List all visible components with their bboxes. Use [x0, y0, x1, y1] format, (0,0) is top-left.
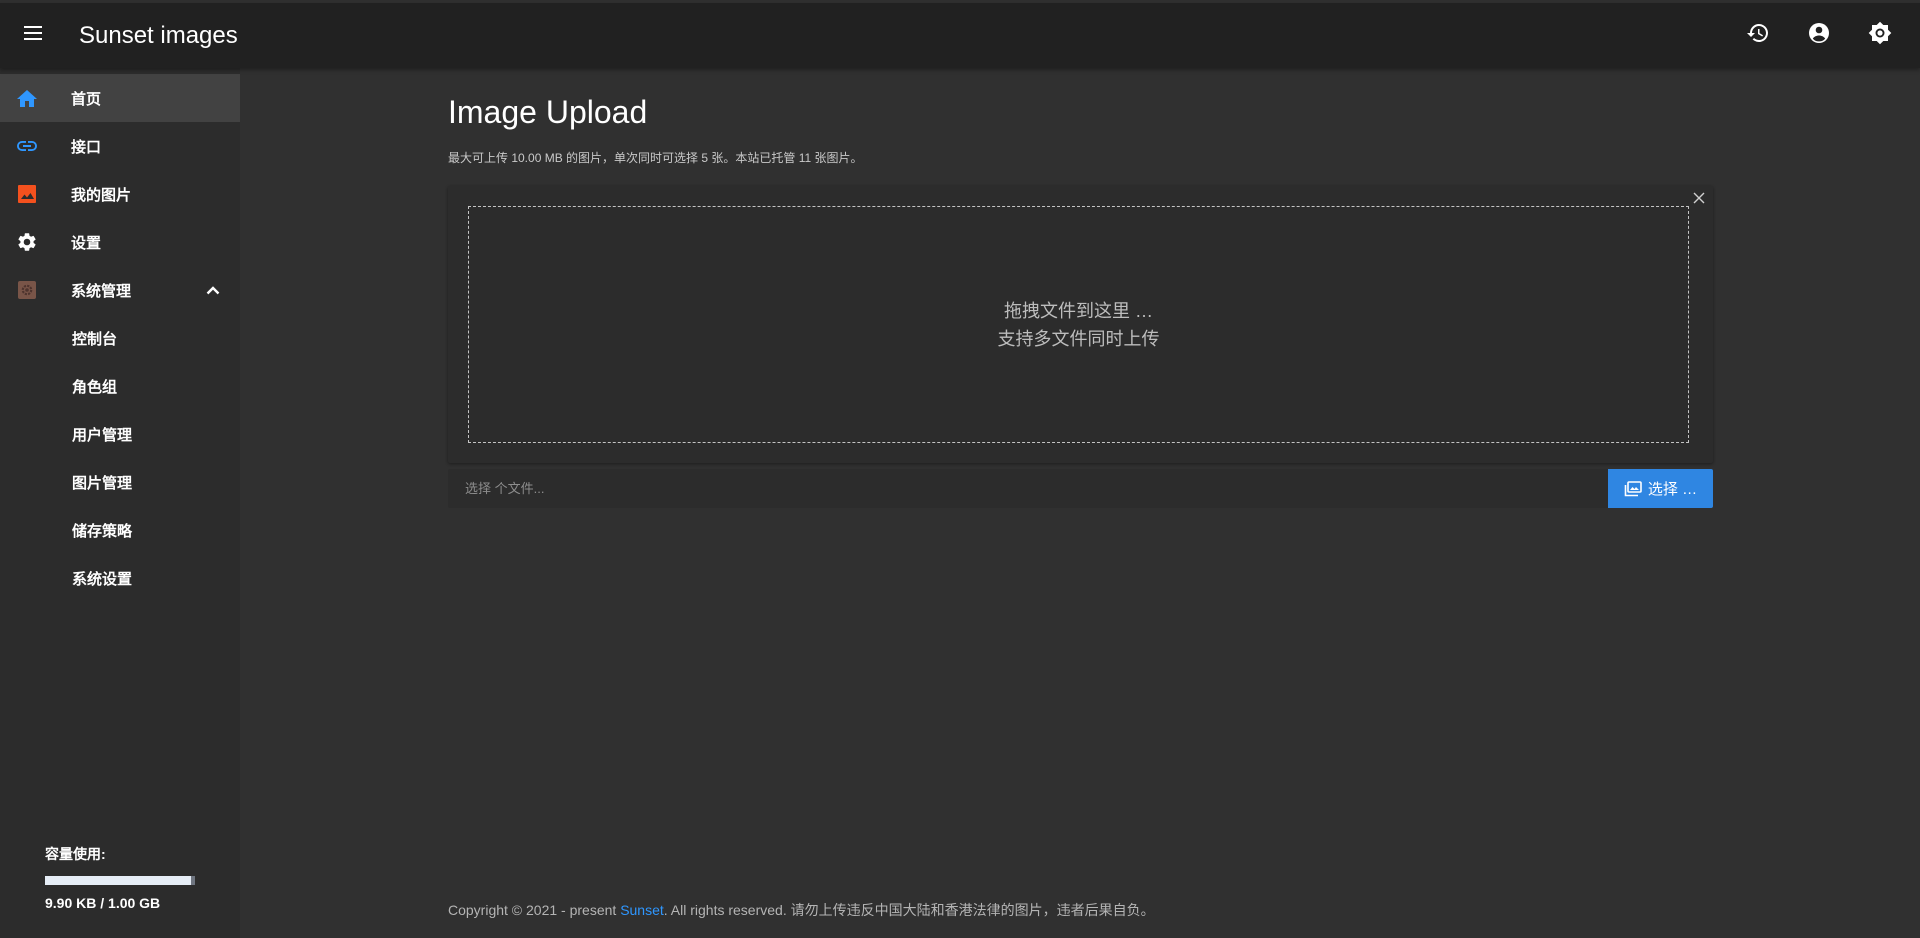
- app-title: Sunset images: [79, 21, 238, 49]
- history-button[interactable]: [1730, 8, 1786, 64]
- sidebar-item-my-images[interactable]: 我的图片: [0, 170, 240, 218]
- close-icon[interactable]: [1691, 190, 1707, 206]
- account-circle-icon: [1807, 21, 1831, 50]
- footer-notice: . All rights reserved. 请勿上传违反中国大陆和香港法律的图…: [663, 902, 1155, 918]
- storage-progress-bar: [45, 876, 195, 885]
- upload-card: 拖拽文件到这里 … 支持多文件同时上传: [448, 186, 1713, 463]
- chevron-up-icon[interactable]: [206, 285, 220, 295]
- menu-button[interactable]: [0, 3, 65, 68]
- storage-progress-fill: [45, 876, 191, 885]
- image-icon: [14, 181, 40, 207]
- file-drop-zone[interactable]: 拖拽文件到这里 … 支持多文件同时上传: [468, 206, 1689, 443]
- sidebar-subitem-images[interactable]: 图片管理: [0, 458, 240, 506]
- sidebar-item-label: 系统管理: [71, 282, 132, 300]
- sidebar-subitem-dashboard[interactable]: 控制台: [0, 314, 240, 362]
- account-button[interactable]: [1791, 8, 1847, 64]
- storage-label: 容量使用:: [45, 846, 106, 862]
- brightness-icon: [1868, 21, 1892, 50]
- sidebar-item-label: 设置: [71, 234, 102, 252]
- drop-zone-subhint: 支持多文件同时上传: [997, 328, 1160, 349]
- main-content: Image Upload 最大可上传 10.00 MB 的图片，单次同时可选择 …: [448, 68, 1713, 508]
- browse-button[interactable]: 选择 …: [1608, 469, 1713, 508]
- theme-toggle-button[interactable]: [1852, 8, 1908, 64]
- menu-icon: [22, 24, 44, 47]
- top-app-bar: Sunset images: [0, 3, 1920, 68]
- file-picker: 选择 …: [448, 469, 1713, 508]
- sidebar-item-settings[interactable]: 设置: [0, 218, 240, 266]
- top-actions: [1725, 8, 1908, 64]
- home-icon: [14, 85, 40, 111]
- footer-copyright: Copyright © 2021 - present: [448, 902, 621, 918]
- sidebar-item-home[interactable]: 首页: [0, 74, 240, 122]
- sidebar-item-label: 接口: [71, 138, 102, 156]
- link-icon: [14, 133, 40, 159]
- sidebar-subitem-storage-strategy[interactable]: 储存策略: [0, 506, 240, 554]
- sidebar-item-label: 我的图片: [71, 186, 132, 204]
- file-caption-input[interactable]: [448, 469, 1608, 508]
- sidebar-subitem-users[interactable]: 用户管理: [0, 410, 240, 458]
- storage-usage: 容量使用: 9.90 KB / 1.00 GB: [45, 844, 205, 911]
- gear-icon: [14, 229, 40, 255]
- drop-zone-hint: 拖拽文件到这里 …: [1003, 300, 1153, 321]
- storage-value: 9.90 KB / 1.00 GB: [45, 895, 161, 911]
- sidebar-item-api[interactable]: 接口: [0, 122, 240, 170]
- history-icon: [1746, 21, 1770, 50]
- page-title: Image Upload: [448, 94, 648, 130]
- footer: Copyright © 2021 - present Sunset. All r…: [448, 900, 1155, 920]
- sidebar: 首页 接口 我的图片 设置 系统管理 控制台 角色组 用户管理 图片管理 储存策…: [0, 68, 240, 938]
- browse-button-label: 选择 …: [1647, 481, 1698, 498]
- images-icon: [1624, 480, 1642, 497]
- admin-settings-icon: [14, 277, 40, 303]
- footer-link-sunset[interactable]: Sunset: [620, 902, 664, 918]
- sidebar-item-system-admin[interactable]: 系统管理: [0, 266, 240, 314]
- upload-limits-text: 最大可上传 10.00 MB 的图片，单次同时可选择 5 张。本站已托管 11 …: [448, 151, 863, 165]
- sidebar-item-label: 首页: [71, 90, 102, 108]
- sidebar-subitem-system-settings[interactable]: 系统设置: [0, 554, 240, 602]
- sidebar-subitem-roles[interactable]: 角色组: [0, 362, 240, 410]
